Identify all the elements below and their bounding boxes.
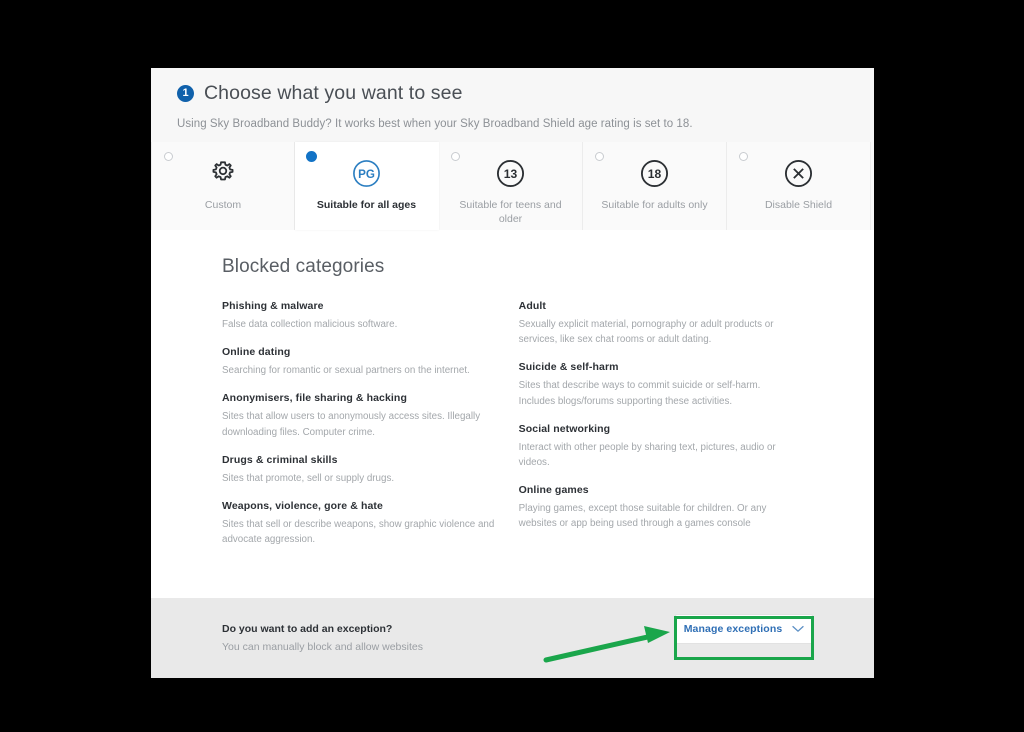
blocked-categories-section: Blocked categories Phishing & malware Fa… bbox=[151, 230, 874, 598]
category-item: Weapons, violence, gore & hate Sites tha… bbox=[222, 500, 518, 547]
category-item: Online dating Searching for romantic or … bbox=[222, 346, 518, 378]
category-name: Adult bbox=[518, 300, 546, 312]
page-subtitle: Using Sky Broadband Buddy? It works best… bbox=[177, 118, 693, 130]
exceptions-question: Do you want to add an exception? bbox=[222, 623, 393, 635]
category-name: Anonymisers, file sharing & hacking bbox=[222, 392, 407, 405]
category-name: Drugs & criminal skills bbox=[222, 453, 338, 466]
category-columns: Phishing & malware False data collection… bbox=[151, 300, 874, 561]
13-rating-icon: 13 bbox=[495, 156, 526, 190]
shield-settings-card: 1 Choose what you want to see Using Sky … bbox=[151, 68, 874, 678]
svg-text:PG: PG bbox=[358, 167, 375, 180]
chevron-down-icon bbox=[792, 625, 804, 633]
rating-tab-label: Suitable for all ages bbox=[316, 199, 417, 211]
radio-teens[interactable] bbox=[451, 152, 460, 161]
category-description: Sites that sell or describe weapons, sho… bbox=[222, 518, 495, 546]
category-item: Social networking Interact with other pe… bbox=[519, 423, 834, 470]
pg-rating-icon: PG bbox=[351, 156, 382, 190]
rating-tab-label: Suitable for adults only bbox=[601, 199, 708, 211]
radio-disable-shield[interactable] bbox=[739, 152, 748, 161]
category-name: Phishing & malware bbox=[222, 300, 324, 312]
gear-icon bbox=[208, 156, 238, 190]
exceptions-subtitle: You can manually block and allow website… bbox=[222, 641, 423, 653]
radio-custom[interactable] bbox=[164, 152, 173, 161]
svg-text:13: 13 bbox=[504, 166, 518, 180]
exceptions-text: Do you want to add an exception? You can… bbox=[151, 623, 423, 653]
category-item: Suicide & self-harm Sites that describe … bbox=[519, 361, 834, 408]
category-description: Playing games, except those suitable for… bbox=[518, 503, 767, 530]
category-name: Social networking bbox=[518, 422, 611, 435]
rating-tab-all-ages[interactable]: PG Suitable for all ages bbox=[295, 142, 439, 230]
rating-tab-label: Disable Shield bbox=[764, 199, 833, 211]
age-rating-tab-list: Custom PG Suitable for all ages 13 Suita… bbox=[151, 142, 874, 230]
18-rating-icon: 18 bbox=[639, 156, 670, 190]
category-description: Searching for romantic or sexual partner… bbox=[222, 365, 470, 377]
rating-tab-disable-shield[interactable]: Disable Shield bbox=[727, 142, 871, 230]
category-column-left: Phishing & malware False data collection… bbox=[222, 300, 518, 561]
category-description: Sexually explicit material, pornography … bbox=[518, 319, 774, 346]
rating-tab-label: Custom bbox=[204, 199, 242, 211]
category-name: Suicide & self-harm bbox=[518, 361, 619, 374]
category-description: False data collection malicious software… bbox=[222, 319, 398, 330]
category-item: Online games Playing games, except those… bbox=[519, 484, 834, 531]
category-description: Interact with other people by sharing te… bbox=[518, 441, 776, 468]
category-description: Sites that allow users to anonymously ac… bbox=[222, 411, 481, 438]
radio-adults[interactable] bbox=[595, 152, 604, 161]
category-item: Drugs & criminal skills Sites that promo… bbox=[222, 454, 518, 486]
category-name: Online dating bbox=[222, 346, 291, 359]
svg-text:18: 18 bbox=[648, 166, 662, 180]
category-description: Sites that describe ways to commit suici… bbox=[518, 380, 761, 407]
step-number-badge: 1 bbox=[177, 85, 194, 102]
manage-exceptions-button[interactable]: Manage exceptions bbox=[675, 614, 813, 644]
exceptions-footer: Do you want to add an exception? You can… bbox=[151, 598, 874, 678]
category-item: Adult Sexually explicit material, pornog… bbox=[519, 300, 834, 347]
section-title: Blocked categories bbox=[222, 256, 385, 277]
rating-tab-label: Suitable for teens and older bbox=[459, 199, 562, 226]
card-header: 1 Choose what you want to see Using Sky … bbox=[151, 68, 874, 142]
category-item: Anonymisers, file sharing & hacking Site… bbox=[222, 392, 518, 439]
radio-all-ages[interactable] bbox=[306, 151, 317, 162]
screenshot-stage: 1 Choose what you want to see Using Sky … bbox=[0, 0, 1024, 732]
manage-exceptions-label: Manage exceptions bbox=[683, 623, 783, 635]
page-title-row: 1 Choose what you want to see bbox=[151, 82, 874, 105]
rating-tab-adults[interactable]: 18 Suitable for adults only bbox=[583, 142, 727, 230]
category-name: Online games bbox=[518, 484, 589, 497]
category-description: Sites that promote, sell or supply drugs… bbox=[222, 472, 395, 484]
manage-exceptions-wrap: Manage exceptions bbox=[675, 614, 813, 644]
category-item: Phishing & malware False data collection… bbox=[222, 300, 518, 332]
page-title: Choose what you want to see bbox=[204, 82, 463, 104]
x-circle-icon bbox=[783, 156, 814, 190]
category-column-right: Adult Sexually explicit material, pornog… bbox=[519, 300, 834, 561]
rating-tab-custom[interactable]: Custom bbox=[151, 142, 295, 230]
rating-tab-teens[interactable]: 13 Suitable for teens and older bbox=[439, 142, 583, 230]
category-name: Weapons, violence, gore & hate bbox=[222, 499, 383, 512]
